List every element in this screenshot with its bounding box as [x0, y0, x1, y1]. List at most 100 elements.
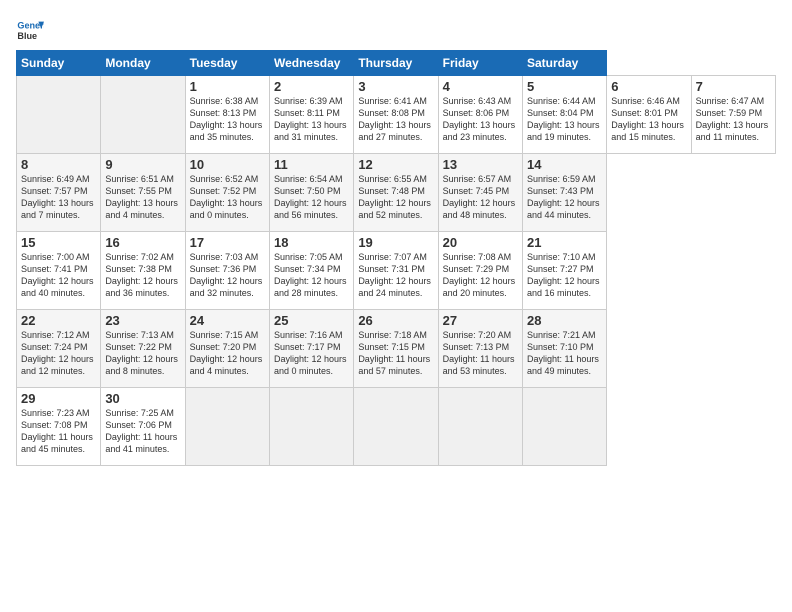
cell-info: Sunrise: 7:23 AMSunset: 7:08 PMDaylight:…: [21, 407, 96, 456]
cell-info: Sunrise: 7:15 AMSunset: 7:20 PMDaylight:…: [190, 329, 265, 378]
cell-info: Sunrise: 7:00 AMSunset: 7:41 PMDaylight:…: [21, 251, 96, 300]
calendar-cell: 15Sunrise: 7:00 AMSunset: 7:41 PMDayligh…: [17, 232, 101, 310]
calendar-cell: [185, 388, 269, 466]
day-number: 1: [190, 79, 265, 94]
calendar-cell: [522, 388, 606, 466]
calendar-cell: 21Sunrise: 7:10 AMSunset: 7:27 PMDayligh…: [522, 232, 606, 310]
cell-info: Sunrise: 6:43 AMSunset: 8:06 PMDaylight:…: [443, 95, 518, 144]
day-number: 9: [105, 157, 180, 172]
cell-info: Sunrise: 7:18 AMSunset: 7:15 PMDaylight:…: [358, 329, 433, 378]
weekday-header-friday: Friday: [438, 51, 522, 76]
header: General Blue: [16, 16, 776, 44]
calendar-cell: 29Sunrise: 7:23 AMSunset: 7:08 PMDayligh…: [17, 388, 101, 466]
cell-info: Sunrise: 6:38 AMSunset: 8:13 PMDaylight:…: [190, 95, 265, 144]
calendar-cell: 22Sunrise: 7:12 AMSunset: 7:24 PMDayligh…: [17, 310, 101, 388]
day-number: 15: [21, 235, 96, 250]
cell-info: Sunrise: 6:47 AMSunset: 7:59 PMDaylight:…: [696, 95, 771, 144]
weekday-header-thursday: Thursday: [354, 51, 438, 76]
day-number: 27: [443, 313, 518, 328]
calendar-cell: 10Sunrise: 6:52 AMSunset: 7:52 PMDayligh…: [185, 154, 269, 232]
calendar-cell: 3Sunrise: 6:41 AMSunset: 8:08 PMDaylight…: [354, 76, 438, 154]
week-row-1: 1Sunrise: 6:38 AMSunset: 8:13 PMDaylight…: [17, 76, 776, 154]
cell-info: Sunrise: 7:10 AMSunset: 7:27 PMDaylight:…: [527, 251, 602, 300]
day-number: 25: [274, 313, 349, 328]
calendar-cell: 30Sunrise: 7:25 AMSunset: 7:06 PMDayligh…: [101, 388, 185, 466]
calendar-cell: 25Sunrise: 7:16 AMSunset: 7:17 PMDayligh…: [269, 310, 353, 388]
calendar-cell: 11Sunrise: 6:54 AMSunset: 7:50 PMDayligh…: [269, 154, 353, 232]
calendar-cell: 24Sunrise: 7:15 AMSunset: 7:20 PMDayligh…: [185, 310, 269, 388]
calendar-cell: 8Sunrise: 6:49 AMSunset: 7:57 PMDaylight…: [17, 154, 101, 232]
logo: General Blue: [16, 16, 48, 44]
calendar-cell: 19Sunrise: 7:07 AMSunset: 7:31 PMDayligh…: [354, 232, 438, 310]
cell-info: Sunrise: 6:59 AMSunset: 7:43 PMDaylight:…: [527, 173, 602, 222]
day-number: 11: [274, 157, 349, 172]
weekday-header-saturday: Saturday: [522, 51, 606, 76]
day-number: 4: [443, 79, 518, 94]
cell-info: Sunrise: 6:51 AMSunset: 7:55 PMDaylight:…: [105, 173, 180, 222]
weekday-header-sunday: Sunday: [17, 51, 101, 76]
day-number: 19: [358, 235, 433, 250]
cell-info: Sunrise: 7:20 AMSunset: 7:13 PMDaylight:…: [443, 329, 518, 378]
cell-info: Sunrise: 6:41 AMSunset: 8:08 PMDaylight:…: [358, 95, 433, 144]
cell-info: Sunrise: 6:44 AMSunset: 8:04 PMDaylight:…: [527, 95, 602, 144]
cell-info: Sunrise: 6:49 AMSunset: 7:57 PMDaylight:…: [21, 173, 96, 222]
cell-info: Sunrise: 7:25 AMSunset: 7:06 PMDaylight:…: [105, 407, 180, 456]
calendar-cell: 27Sunrise: 7:20 AMSunset: 7:13 PMDayligh…: [438, 310, 522, 388]
day-number: 22: [21, 313, 96, 328]
day-number: 7: [696, 79, 771, 94]
calendar-cell: 5Sunrise: 6:44 AMSunset: 8:04 PMDaylight…: [522, 76, 606, 154]
day-number: 23: [105, 313, 180, 328]
logo-icon: General Blue: [16, 16, 44, 44]
day-number: 8: [21, 157, 96, 172]
cell-info: Sunrise: 6:54 AMSunset: 7:50 PMDaylight:…: [274, 173, 349, 222]
calendar-cell: 16Sunrise: 7:02 AMSunset: 7:38 PMDayligh…: [101, 232, 185, 310]
calendar-cell: [354, 388, 438, 466]
cell-info: Sunrise: 7:21 AMSunset: 7:10 PMDaylight:…: [527, 329, 602, 378]
day-number: 26: [358, 313, 433, 328]
calendar-cell: 6Sunrise: 6:46 AMSunset: 8:01 PMDaylight…: [607, 76, 691, 154]
week-row-3: 15Sunrise: 7:00 AMSunset: 7:41 PMDayligh…: [17, 232, 776, 310]
calendar-cell: 13Sunrise: 6:57 AMSunset: 7:45 PMDayligh…: [438, 154, 522, 232]
cell-info: Sunrise: 7:12 AMSunset: 7:24 PMDaylight:…: [21, 329, 96, 378]
calendar-cell: 20Sunrise: 7:08 AMSunset: 7:29 PMDayligh…: [438, 232, 522, 310]
day-number: 30: [105, 391, 180, 406]
calendar-cell: 1Sunrise: 6:38 AMSunset: 8:13 PMDaylight…: [185, 76, 269, 154]
day-number: 6: [611, 79, 686, 94]
day-number: 29: [21, 391, 96, 406]
cell-info: Sunrise: 7:02 AMSunset: 7:38 PMDaylight:…: [105, 251, 180, 300]
page-container: General Blue SundayMondayTuesdayWednesda…: [0, 0, 792, 474]
calendar-cell: 23Sunrise: 7:13 AMSunset: 7:22 PMDayligh…: [101, 310, 185, 388]
day-number: 14: [527, 157, 602, 172]
cell-info: Sunrise: 7:16 AMSunset: 7:17 PMDaylight:…: [274, 329, 349, 378]
calendar-cell: 28Sunrise: 7:21 AMSunset: 7:10 PMDayligh…: [522, 310, 606, 388]
day-number: 3: [358, 79, 433, 94]
weekday-header-row: SundayMondayTuesdayWednesdayThursdayFrid…: [17, 51, 776, 76]
calendar-cell: [438, 388, 522, 466]
calendar-cell: [269, 388, 353, 466]
calendar-cell: 17Sunrise: 7:03 AMSunset: 7:36 PMDayligh…: [185, 232, 269, 310]
day-number: 20: [443, 235, 518, 250]
calendar-cell: 2Sunrise: 6:39 AMSunset: 8:11 PMDaylight…: [269, 76, 353, 154]
calendar-cell: [17, 76, 101, 154]
cell-info: Sunrise: 7:08 AMSunset: 7:29 PMDaylight:…: [443, 251, 518, 300]
svg-text:Blue: Blue: [17, 31, 37, 41]
day-number: 17: [190, 235, 265, 250]
weekday-header-tuesday: Tuesday: [185, 51, 269, 76]
day-number: 16: [105, 235, 180, 250]
week-row-2: 8Sunrise: 6:49 AMSunset: 7:57 PMDaylight…: [17, 154, 776, 232]
day-number: 12: [358, 157, 433, 172]
cell-info: Sunrise: 7:03 AMSunset: 7:36 PMDaylight:…: [190, 251, 265, 300]
day-number: 5: [527, 79, 602, 94]
week-row-4: 22Sunrise: 7:12 AMSunset: 7:24 PMDayligh…: [17, 310, 776, 388]
calendar-cell: [101, 76, 185, 154]
day-number: 24: [190, 313, 265, 328]
day-number: 21: [527, 235, 602, 250]
weekday-header-monday: Monday: [101, 51, 185, 76]
calendar-cell: 7Sunrise: 6:47 AMSunset: 7:59 PMDaylight…: [691, 76, 775, 154]
day-number: 28: [527, 313, 602, 328]
calendar-cell: 26Sunrise: 7:18 AMSunset: 7:15 PMDayligh…: [354, 310, 438, 388]
calendar-cell: 4Sunrise: 6:43 AMSunset: 8:06 PMDaylight…: [438, 76, 522, 154]
cell-info: Sunrise: 6:39 AMSunset: 8:11 PMDaylight:…: [274, 95, 349, 144]
cell-info: Sunrise: 7:05 AMSunset: 7:34 PMDaylight:…: [274, 251, 349, 300]
cell-info: Sunrise: 6:52 AMSunset: 7:52 PMDaylight:…: [190, 173, 265, 222]
